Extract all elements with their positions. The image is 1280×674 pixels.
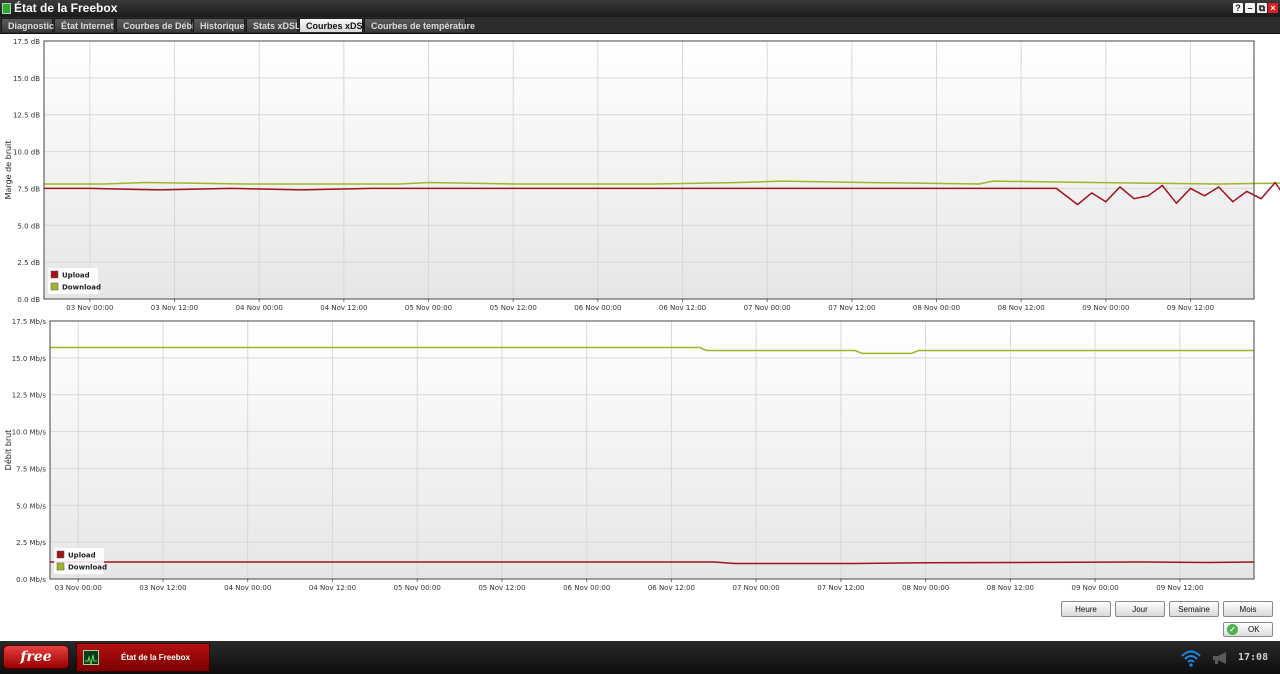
x-tick-label: 08 Nov 00:00	[913, 304, 960, 312]
minimize-button[interactable]: –	[1245, 3, 1255, 13]
y-tick-label: 2.5 dB	[17, 259, 40, 267]
megaphone-icon[interactable]	[1211, 650, 1231, 666]
y-tick-label: 10.0 dB	[13, 149, 40, 157]
x-tick-label: 09 Nov 12:00	[1156, 584, 1203, 592]
y-tick-label: 12.5 dB	[13, 112, 40, 120]
legend-swatch-upload	[50, 270, 59, 279]
tab-courbes-temperature[interactable]: Courbes de température	[364, 18, 475, 32]
x-tick-label: 09 Nov 00:00	[1072, 584, 1119, 592]
x-tick-label: 06 Nov 00:00	[574, 304, 621, 312]
x-tick-label: 03 Nov 12:00	[151, 304, 198, 312]
x-tick-label: 07 Nov 12:00	[828, 304, 875, 312]
x-tick-label: 08 Nov 00:00	[902, 584, 949, 592]
semaine-button[interactable]: Semaine	[1169, 601, 1219, 617]
tab-diagnostic[interactable]: Diagnostic	[1, 18, 54, 32]
x-tick-label: 03 Nov 00:00	[66, 304, 113, 312]
y-tick-label: 0.0 Mb/s	[16, 576, 46, 584]
ok-button[interactable]: ✓ OK	[1223, 622, 1273, 637]
y-tick-label: 10.0 Mb/s	[12, 429, 47, 437]
help-button[interactable]: ?	[1233, 3, 1243, 13]
y-tick-label: 5.0 dB	[17, 222, 40, 230]
x-tick-label: 08 Nov 12:00	[998, 304, 1045, 312]
title-bar: État de la Freebox ? – ⧉ ×	[0, 0, 1280, 17]
ok-label: OK	[1248, 625, 1260, 634]
y-tick-label: 5.0 Mb/s	[16, 502, 46, 510]
window-title: État de la Freebox	[14, 1, 118, 15]
x-tick-label: 03 Nov 12:00	[139, 584, 186, 592]
freebox-app-icon	[2, 3, 11, 14]
chart-1: 0.0 dB 2.5 dB 5.0 dB 7.5 dB 10.0 dB 12.5 dB 15…	[4, 38, 1280, 312]
legend-swatch-download	[56, 562, 65, 571]
free-logo-button[interactable]: free	[3, 645, 69, 669]
x-tick-label: 09 Nov 12:00	[1167, 304, 1214, 312]
plot-area	[44, 41, 1254, 299]
restore-button[interactable]: ⧉	[1257, 3, 1267, 13]
x-tick-label: 04 Nov 12:00	[320, 304, 367, 312]
x-tick-label: 08 Nov 12:00	[987, 584, 1034, 592]
legend-swatch-upload	[56, 550, 65, 559]
legend-label-upload: Upload	[62, 272, 90, 280]
x-tick-label: 05 Nov 12:00	[478, 584, 525, 592]
y-tick-label: 7.5 Mb/s	[16, 465, 46, 473]
y-tick-label: 2.5 Mb/s	[16, 539, 46, 547]
legend-label-download: Download	[62, 284, 101, 292]
y-axis-label: Débit brut	[3, 430, 13, 471]
tab-courbes-xdsl[interactable]: Courbes xDSL	[299, 18, 368, 32]
jour-button[interactable]: Jour	[1115, 601, 1165, 617]
y-axis-label: Marge de bruit	[4, 141, 13, 200]
wifi-icon[interactable]	[1180, 648, 1202, 668]
tab-etat-internet[interactable]: État Internet	[54, 18, 115, 32]
y-tick-label: 17.5 Mb/s	[12, 318, 47, 326]
check-icon: ✓	[1227, 624, 1238, 635]
x-tick-label: 06 Nov 12:00	[659, 304, 706, 312]
y-tick-label: 17.5 dB	[13, 38, 40, 46]
legend-label-download: Download	[68, 564, 107, 572]
chart-2: 0.0 Mb/s 2.5 Mb/s 5.0 Mb/s 7.5 Mb/s 10.0 Mb/…	[3, 318, 1255, 592]
legend-swatch-download	[50, 282, 59, 291]
xdsl-charts: 0.0 dB 2.5 dB 5.0 dB 7.5 dB 10.0 dB 12.5 dB 15…	[3, 38, 1280, 592]
y-tick-label: 15.0 Mb/s	[12, 355, 47, 363]
close-button[interactable]: ×	[1268, 3, 1278, 13]
tab-bar: Diagnostic État Internet Courbes de Débi…	[0, 17, 1280, 34]
tab-courbes-debit[interactable]: Courbes de Débit	[116, 18, 198, 32]
x-tick-label: 03 Nov 00:00	[55, 584, 102, 592]
x-tick-label: 05 Nov 00:00	[405, 304, 452, 312]
x-tick-label: 05 Nov 00:00	[394, 584, 441, 592]
y-tick-label: 12.5 Mb/s	[12, 392, 47, 400]
x-tick-label: 04 Nov 00:00	[224, 584, 271, 592]
x-tick-label: 04 Nov 12:00	[309, 584, 356, 592]
x-tick-label: 06 Nov 00:00	[563, 584, 610, 592]
x-tick-label: 09 Nov 00:00	[1082, 304, 1129, 312]
tab-stats-xdsl[interactable]: Stats xDSL	[246, 18, 301, 32]
x-tick-label: 07 Nov 00:00	[744, 304, 791, 312]
legend-label-upload: Upload	[68, 552, 96, 560]
x-tick-label: 04 Nov 00:00	[236, 304, 283, 312]
x-tick-label: 06 Nov 12:00	[648, 584, 695, 592]
x-tick-label: 05 Nov 12:00	[490, 304, 537, 312]
clock: 17:08	[1238, 652, 1269, 663]
y-tick-label: 0.0 dB	[17, 296, 40, 304]
x-tick-label: 07 Nov 00:00	[733, 584, 780, 592]
x-tick-label: 07 Nov 12:00	[817, 584, 864, 592]
taskbar-item-etat-freebox[interactable]: État de la Freebox	[76, 643, 210, 672]
tab-historique[interactable]: Historique	[193, 18, 245, 32]
monitor-icon	[83, 650, 99, 665]
plot-area	[50, 321, 1254, 579]
mois-button[interactable]: Mois	[1223, 601, 1273, 617]
y-tick-label: 7.5 dB	[17, 185, 40, 193]
taskbar-item-label: État de la Freebox	[121, 653, 190, 662]
heure-button[interactable]: Heure	[1061, 601, 1111, 617]
y-tick-label: 15.0 dB	[13, 75, 40, 83]
content-area: 0.0 dB 2.5 dB 5.0 dB 7.5 dB 10.0 dB 12.5 dB 15…	[0, 34, 1280, 641]
